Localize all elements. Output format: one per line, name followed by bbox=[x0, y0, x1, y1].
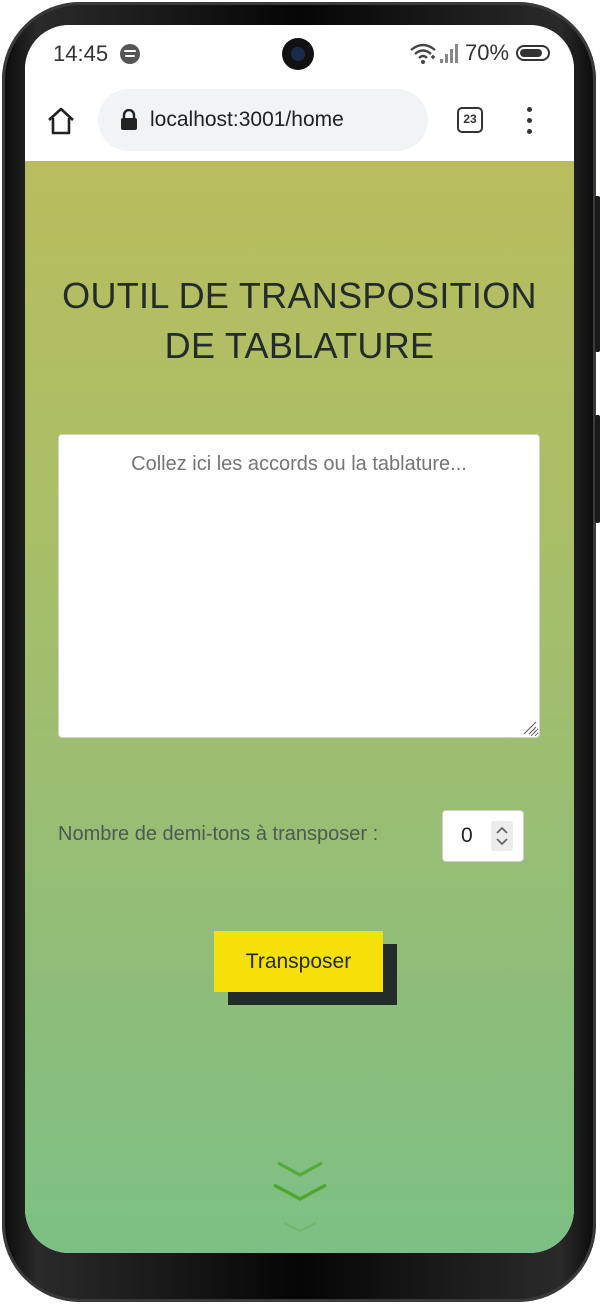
browser-toolbar: localhost:3001/home 23 bbox=[25, 87, 574, 161]
semitone-label: Nombre de demi-tons à transposer : bbox=[58, 823, 379, 845]
scroll-down-icon[interactable] bbox=[268, 1155, 332, 1239]
url-text: localhost:3001/home bbox=[150, 108, 344, 131]
signal-icon bbox=[440, 44, 458, 63]
address-bar[interactable]: localhost:3001/home bbox=[98, 89, 428, 151]
transpose-button[interactable]: Transposer bbox=[214, 931, 383, 992]
wifi-icon bbox=[410, 43, 436, 64]
battery-icon bbox=[516, 45, 550, 61]
semitone-value: 0 bbox=[461, 824, 473, 847]
semitone-stepper[interactable]: 0 bbox=[442, 810, 524, 862]
front-camera bbox=[282, 38, 314, 70]
home-icon[interactable] bbox=[45, 105, 77, 137]
spotify-icon bbox=[120, 44, 140, 64]
tablature-input[interactable] bbox=[58, 434, 540, 738]
more-menu-icon[interactable] bbox=[527, 107, 533, 135]
chevron-up-down-icon bbox=[496, 826, 508, 846]
status-bar: 14:45 70% bbox=[25, 25, 574, 87]
tabs-counter-icon[interactable]: 23 bbox=[457, 107, 483, 133]
lock-icon bbox=[121, 109, 137, 130]
screen: 14:45 70% localhost:3001/home 23 OUTIL D… bbox=[25, 25, 574, 1253]
stepper-arrows[interactable] bbox=[491, 821, 513, 851]
page-content: OUTIL DE TRANSPOSITION DE TABLATURE Nomb… bbox=[25, 161, 574, 1253]
battery-percentage: 70% bbox=[465, 40, 510, 65]
status-time: 14:45 bbox=[53, 41, 109, 66]
power-button bbox=[595, 415, 600, 523]
volume-button bbox=[595, 196, 600, 352]
page-title: OUTIL DE TRANSPOSITION DE TABLATURE bbox=[62, 275, 537, 366]
